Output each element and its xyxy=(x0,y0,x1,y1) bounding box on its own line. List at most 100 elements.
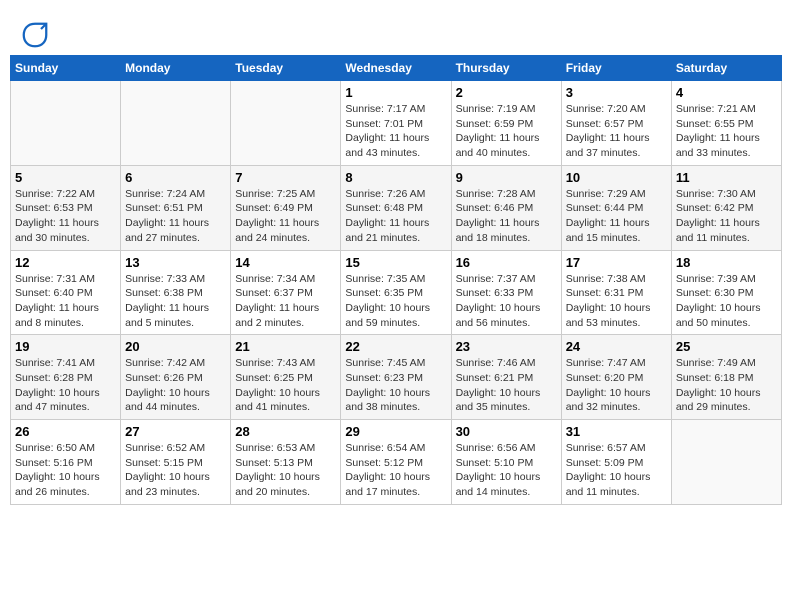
calendar-cell: 28Sunrise: 6:53 AM Sunset: 5:13 PM Dayli… xyxy=(231,420,341,505)
day-number: 2 xyxy=(456,85,557,100)
calendar-week-row: 1 Sunrise: 7:17 AM Sunset: 7:01 PM Daylig… xyxy=(11,81,782,166)
day-info: Sunrise: 7:43 AM Sunset: 6:25 PM Dayligh… xyxy=(235,356,336,415)
calendar-cell: 22 Sunrise: 7:45 AM Sunset: 6:23 PM Dayli… xyxy=(341,335,451,420)
day-number: 7 xyxy=(235,170,336,185)
day-number: 25 xyxy=(676,339,777,354)
calendar-week-row: 26 Sunrise: 6:50 AM Sunset: 5:16 PM Dayli… xyxy=(11,420,782,505)
day-number: 17 xyxy=(566,255,667,270)
day-number: 12 xyxy=(15,255,116,270)
day-info: Sunrise: 7:26 AM Sunset: 6:48 PM Dayligh… xyxy=(345,187,446,246)
calendar-cell: 8 Sunrise: 7:26 AM Sunset: 6:48 PM Daylig… xyxy=(341,165,451,250)
day-info: Sunrise: 7:30 AM Sunset: 6:42 PM Dayligh… xyxy=(676,187,777,246)
calendar-cell: 17 Sunrise: 7:38 AM Sunset: 6:31 PM Dayli… xyxy=(561,250,671,335)
day-info: Sunrise: 7:25 AM Sunset: 6:49 PM Dayligh… xyxy=(235,187,336,246)
day-info: Sunrise: 7:37 AM Sunset: 6:33 PM Dayligh… xyxy=(456,272,557,331)
day-number: 16 xyxy=(456,255,557,270)
day-info: Sunrise: 7:47 AM Sunset: 6:20 PM Dayligh… xyxy=(566,356,667,415)
day-info: Sunrise: 7:21 AM Sunset: 6:55 PM Dayligh… xyxy=(676,102,777,161)
day-number: 31 xyxy=(566,424,667,439)
day-number: 23 xyxy=(456,339,557,354)
day-info: Sunrise: 6:56 AM Sunset: 5:10 PM Dayligh… xyxy=(456,441,557,500)
day-number: 14 xyxy=(235,255,336,270)
day-number: 4 xyxy=(676,85,777,100)
logo-icon xyxy=(20,20,50,50)
day-number: 1 xyxy=(345,85,446,100)
calendar-cell: 10Sunrise: 7:29 AM Sunset: 6:44 PM Dayli… xyxy=(561,165,671,250)
day-number: 3 xyxy=(566,85,667,100)
day-info: Sunrise: 7:31 AM Sunset: 6:40 PM Dayligh… xyxy=(15,272,116,331)
day-number: 10 xyxy=(566,170,667,185)
calendar-cell: 13 Sunrise: 7:33 AM Sunset: 6:38 PM Dayli… xyxy=(121,250,231,335)
day-number: 15 xyxy=(345,255,446,270)
day-number: 27 xyxy=(125,424,226,439)
day-info: Sunrise: 7:28 AM Sunset: 6:46 PM Dayligh… xyxy=(456,187,557,246)
day-info: Sunrise: 6:53 AM Sunset: 5:13 PM Dayligh… xyxy=(235,441,336,500)
calendar-cell: 5 Sunrise: 7:22 AM Sunset: 6:53 PM Daylig… xyxy=(11,165,121,250)
day-info: Sunrise: 7:41 AM Sunset: 6:28 PM Dayligh… xyxy=(15,356,116,415)
calendar-cell: 29 Sunrise: 6:54 AM Sunset: 5:12 PM Dayli… xyxy=(341,420,451,505)
calendar-cell: 16 Sunrise: 7:37 AM Sunset: 6:33 PM Dayli… xyxy=(451,250,561,335)
calendar-cell: 3 Sunrise: 7:20 AM Sunset: 6:57 PM Daylig… xyxy=(561,81,671,166)
calendar-cell: 9 Sunrise: 7:28 AM Sunset: 6:46 PM Daylig… xyxy=(451,165,561,250)
calendar-cell xyxy=(11,81,121,166)
day-of-week-header: Monday xyxy=(121,56,231,81)
day-number: 9 xyxy=(456,170,557,185)
calendar-header-row: SundayMondayTuesdayWednesdayThursdayFrid… xyxy=(11,56,782,81)
day-info: Sunrise: 7:22 AM Sunset: 6:53 PM Dayligh… xyxy=(15,187,116,246)
day-number: 20 xyxy=(125,339,226,354)
day-number: 22 xyxy=(345,339,446,354)
calendar-cell: 21 Sunrise: 7:43 AM Sunset: 6:25 PM Dayli… xyxy=(231,335,341,420)
day-number: 21 xyxy=(235,339,336,354)
day-number: 24 xyxy=(566,339,667,354)
day-of-week-header: Thursday xyxy=(451,56,561,81)
calendar-cell: 26 Sunrise: 6:50 AM Sunset: 5:16 PM Dayli… xyxy=(11,420,121,505)
day-info: Sunrise: 7:34 AM Sunset: 6:37 PM Dayligh… xyxy=(235,272,336,331)
calendar-cell: 23 Sunrise: 7:46 AM Sunset: 6:21 PM Dayli… xyxy=(451,335,561,420)
day-info: Sunrise: 6:54 AM Sunset: 5:12 PM Dayligh… xyxy=(345,441,446,500)
day-info: Sunrise: 7:38 AM Sunset: 6:31 PM Dayligh… xyxy=(566,272,667,331)
day-info: Sunrise: 7:33 AM Sunset: 6:38 PM Dayligh… xyxy=(125,272,226,331)
calendar-cell: 14 Sunrise: 7:34 AM Sunset: 6:37 PM Dayli… xyxy=(231,250,341,335)
calendar-cell: 30 Sunrise: 6:56 AM Sunset: 5:10 PM Dayli… xyxy=(451,420,561,505)
day-info: Sunrise: 7:24 AM Sunset: 6:51 PM Dayligh… xyxy=(125,187,226,246)
calendar-cell: 7 Sunrise: 7:25 AM Sunset: 6:49 PM Daylig… xyxy=(231,165,341,250)
calendar-cell: 11Sunrise: 7:30 AM Sunset: 6:42 PM Dayli… xyxy=(671,165,781,250)
day-number: 29 xyxy=(345,424,446,439)
day-info: Sunrise: 7:35 AM Sunset: 6:35 PM Dayligh… xyxy=(345,272,446,331)
day-info: Sunrise: 7:20 AM Sunset: 6:57 PM Dayligh… xyxy=(566,102,667,161)
day-info: Sunrise: 7:39 AM Sunset: 6:30 PM Dayligh… xyxy=(676,272,777,331)
day-info: Sunrise: 6:52 AM Sunset: 5:15 PM Dayligh… xyxy=(125,441,226,500)
calendar-cell xyxy=(121,81,231,166)
day-number: 26 xyxy=(15,424,116,439)
calendar-cell: 31 Sunrise: 6:57 AM Sunset: 5:09 PM Dayli… xyxy=(561,420,671,505)
day-number: 8 xyxy=(345,170,446,185)
calendar-week-row: 19 Sunrise: 7:41 AM Sunset: 6:28 PM Dayli… xyxy=(11,335,782,420)
calendar-table: SundayMondayTuesdayWednesdayThursdayFrid… xyxy=(10,55,782,505)
calendar-cell: 25 Sunrise: 7:49 AM Sunset: 6:18 PM Dayli… xyxy=(671,335,781,420)
calendar-cell: 15 Sunrise: 7:35 AM Sunset: 6:35 PM Dayli… xyxy=(341,250,451,335)
calendar-cell: 27 Sunrise: 6:52 AM Sunset: 5:15 PM Dayli… xyxy=(121,420,231,505)
day-number: 19 xyxy=(15,339,116,354)
day-info: Sunrise: 7:19 AM Sunset: 6:59 PM Dayligh… xyxy=(456,102,557,161)
day-info: Sunrise: 7:17 AM Sunset: 7:01 PM Dayligh… xyxy=(345,102,446,161)
day-info: Sunrise: 7:46 AM Sunset: 6:21 PM Dayligh… xyxy=(456,356,557,415)
logo xyxy=(20,20,54,50)
day-info: Sunrise: 7:45 AM Sunset: 6:23 PM Dayligh… xyxy=(345,356,446,415)
calendar-cell: 6Sunrise: 7:24 AM Sunset: 6:51 PM Daylig… xyxy=(121,165,231,250)
calendar-cell: 19 Sunrise: 7:41 AM Sunset: 6:28 PM Dayli… xyxy=(11,335,121,420)
day-number: 18 xyxy=(676,255,777,270)
day-info: Sunrise: 7:49 AM Sunset: 6:18 PM Dayligh… xyxy=(676,356,777,415)
day-number: 13 xyxy=(125,255,226,270)
calendar-cell: 1 Sunrise: 7:17 AM Sunset: 7:01 PM Daylig… xyxy=(341,81,451,166)
calendar-cell xyxy=(671,420,781,505)
day-info: Sunrise: 6:50 AM Sunset: 5:16 PM Dayligh… xyxy=(15,441,116,500)
calendar-cell: 24 Sunrise: 7:47 AM Sunset: 6:20 PM Dayli… xyxy=(561,335,671,420)
day-number: 30 xyxy=(456,424,557,439)
day-of-week-header: Tuesday xyxy=(231,56,341,81)
calendar-cell: 20Sunrise: 7:42 AM Sunset: 6:26 PM Dayli… xyxy=(121,335,231,420)
day-of-week-header: Sunday xyxy=(11,56,121,81)
day-info: Sunrise: 6:57 AM Sunset: 5:09 PM Dayligh… xyxy=(566,441,667,500)
calendar-cell: 12 Sunrise: 7:31 AM Sunset: 6:40 PM Dayli… xyxy=(11,250,121,335)
day-number: 5 xyxy=(15,170,116,185)
day-of-week-header: Saturday xyxy=(671,56,781,81)
